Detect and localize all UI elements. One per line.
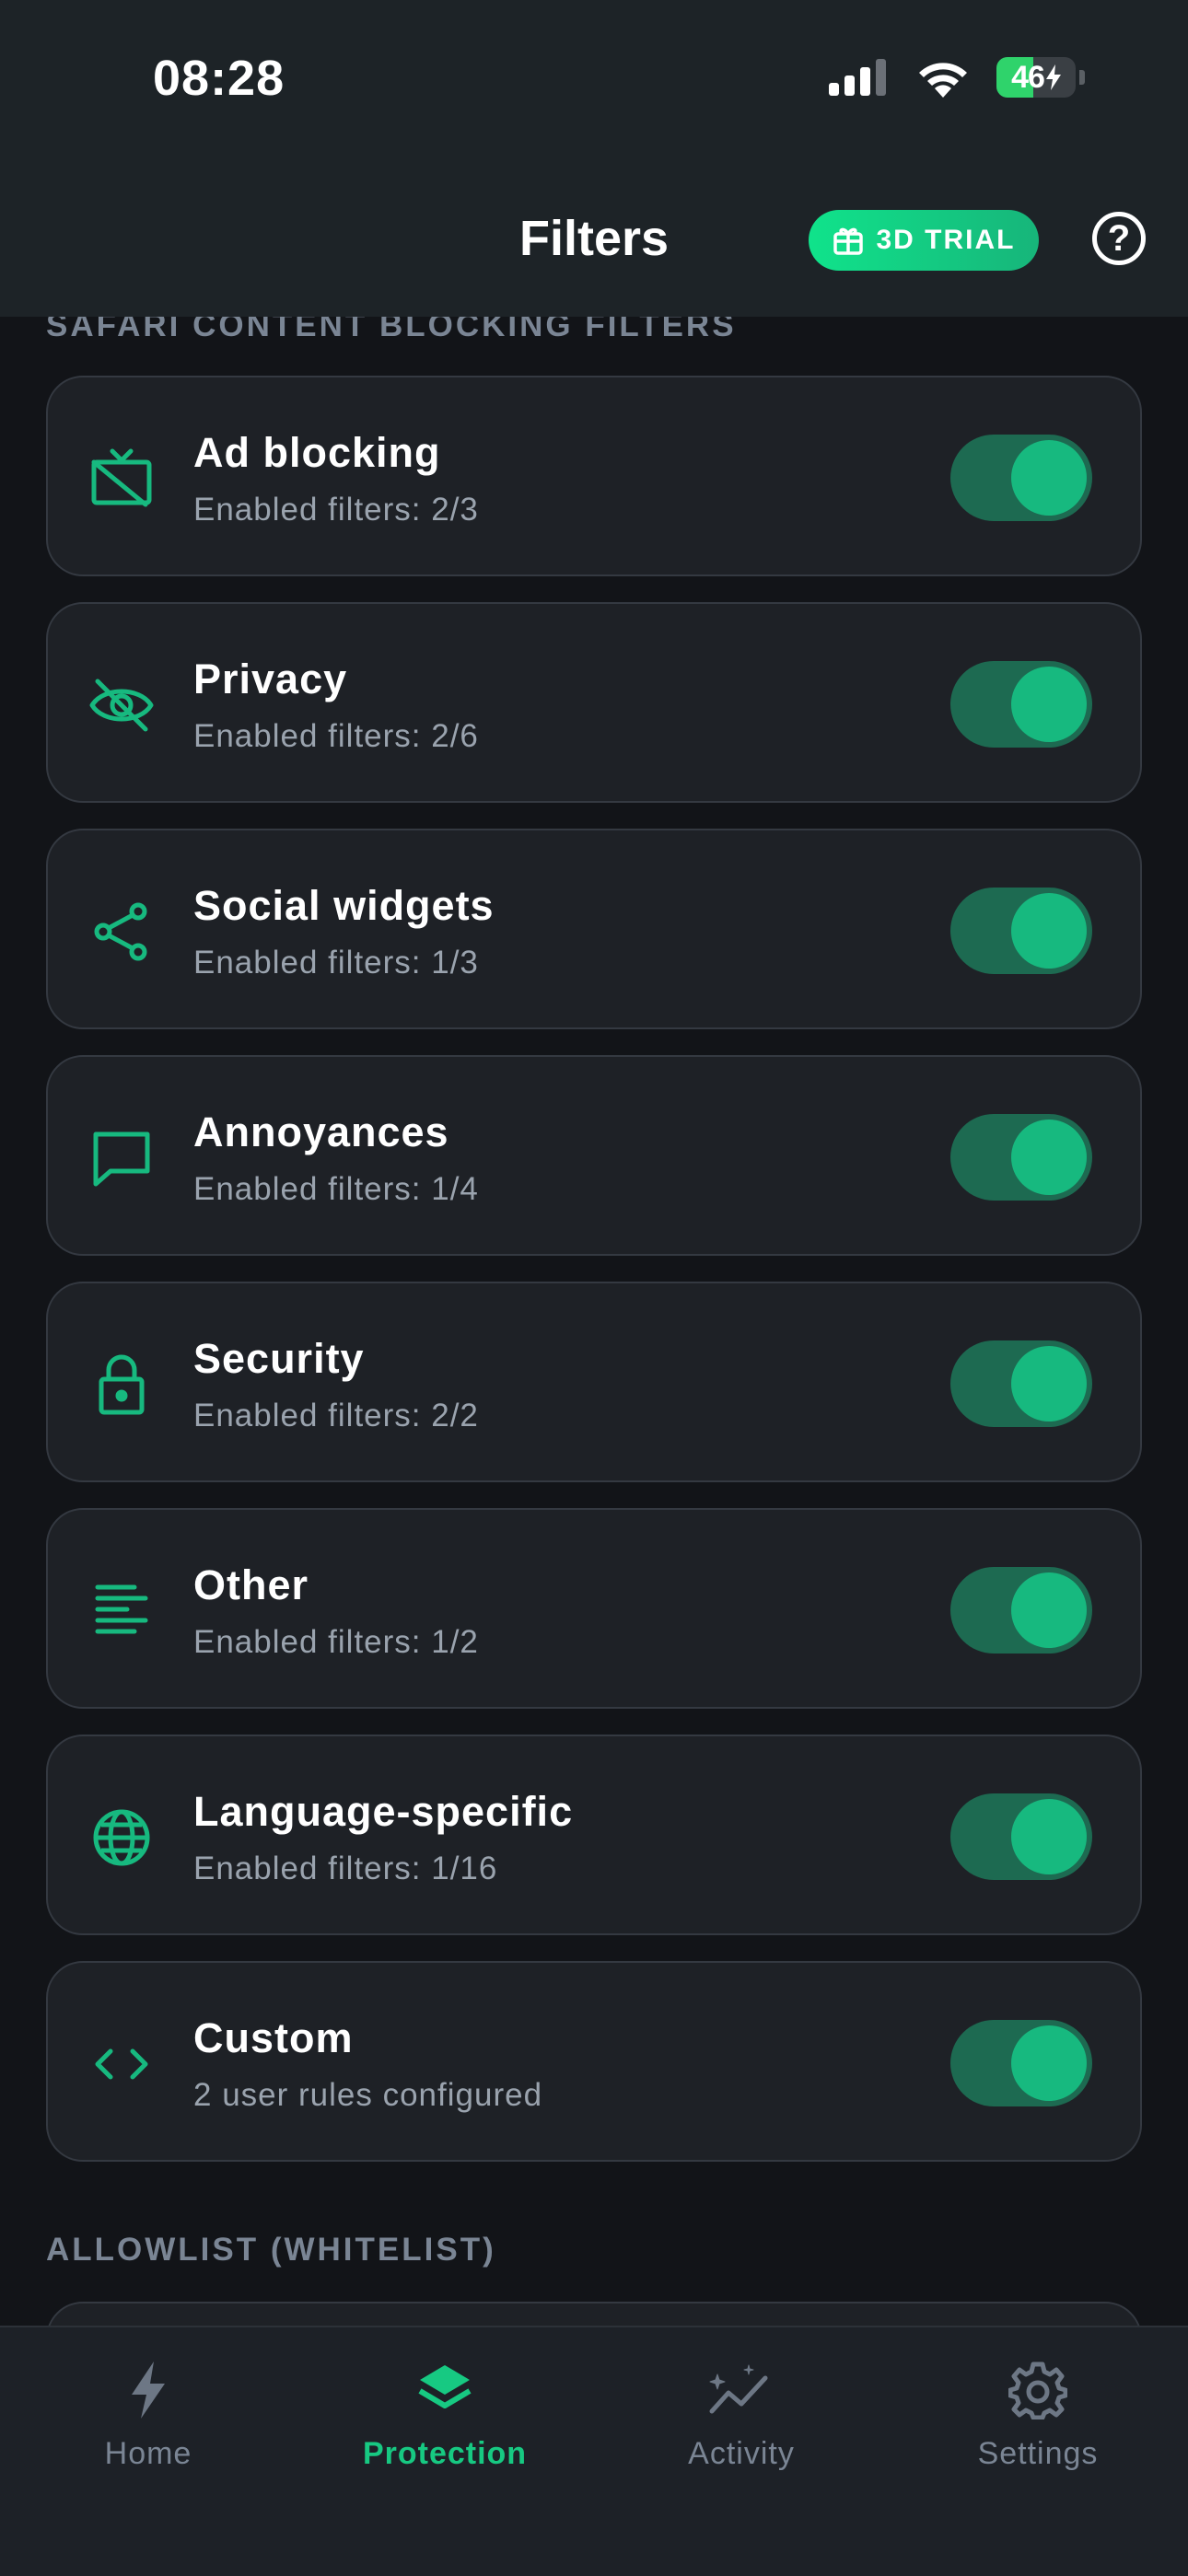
trial-label: 3D TRIAL	[876, 225, 1016, 255]
filter-status: Enabled filters: 1/3	[193, 945, 479, 981]
filter-status: Enabled filters: 2/2	[193, 1398, 479, 1433]
filter-card-other[interactable]: Other Enabled filters: 1/2	[46, 1508, 1142, 1709]
bolt-icon	[0, 2355, 297, 2425]
filter-name: Privacy	[193, 656, 348, 702]
filter-name: Ad blocking	[193, 429, 441, 476]
custom-toggle[interactable]	[950, 2020, 1092, 2106]
layers-icon	[297, 2355, 593, 2425]
filter-name: Security	[193, 1335, 365, 1382]
help-icon[interactable]: ?	[1092, 212, 1146, 265]
filter-card-security[interactable]: Security Enabled filters: 2/2	[46, 1282, 1142, 1482]
social-widgets-toggle[interactable]	[950, 888, 1092, 974]
filter-card-custom[interactable]: Custom 2 user rules configured	[46, 1961, 1142, 2162]
gift-icon	[833, 227, 863, 255]
tab-label: Settings	[977, 2436, 1099, 2471]
activity-sparkle-icon	[593, 2355, 890, 2425]
gear-icon	[890, 2355, 1186, 2425]
cellular-signal-icon	[829, 59, 886, 96]
filter-card-ad-blocking[interactable]: Ad blocking Enabled filters: 2/3	[46, 376, 1142, 576]
language-specific-toggle[interactable]	[950, 1793, 1092, 1880]
filter-name: Annoyances	[193, 1108, 449, 1155]
annoyances-toggle[interactable]	[950, 1114, 1092, 1201]
filter-card-privacy[interactable]: Privacy Enabled filters: 2/6	[46, 602, 1142, 803]
tv-off-icon	[87, 444, 157, 514]
tab-bar: Home Protection Activity Settings	[0, 2326, 1188, 2576]
privacy-toggle[interactable]	[950, 661, 1092, 748]
charging-bolt-icon	[1045, 64, 1061, 90]
tab-settings[interactable]: Settings	[890, 2355, 1186, 2472]
align-left-icon	[87, 1576, 157, 1646]
battery-indicator: 46	[996, 57, 1076, 98]
lock-icon	[87, 1350, 157, 1420]
wifi-icon	[919, 63, 967, 98]
tab-label: Protection	[362, 2436, 528, 2471]
tab-label: Activity	[688, 2436, 795, 2471]
filter-status: Enabled filters: 2/3	[193, 492, 479, 528]
globe-icon	[87, 1803, 157, 1873]
filter-status: Enabled filters: 1/16	[193, 1851, 498, 1886]
filter-status: Enabled filters: 2/6	[193, 718, 479, 754]
filter-name: Language-specific	[193, 1788, 574, 1835]
top-bar: 08:28 46 Filters 3D TRIAL ?	[0, 0, 1188, 317]
security-toggle[interactable]	[950, 1340, 1092, 1427]
filter-name: Social widgets	[193, 882, 495, 929]
other-toggle[interactable]	[950, 1567, 1092, 1654]
tab-home[interactable]: Home	[0, 2355, 297, 2472]
tab-protection[interactable]: Protection	[297, 2355, 593, 2472]
filter-card-social-widgets[interactable]: Social widgets Enabled filters: 1/3	[46, 829, 1142, 1029]
tab-activity[interactable]: Activity	[593, 2355, 890, 2472]
filter-card-language-specific[interactable]: Language-specific Enabled filters: 1/16	[46, 1735, 1142, 1935]
code-icon	[87, 2029, 157, 2099]
filter-status: 2 user rules configured	[193, 2077, 543, 2113]
status-time: 08:28	[153, 51, 285, 106]
filter-card-annoyances[interactable]: Annoyances Enabled filters: 1/4	[46, 1055, 1142, 1256]
status-icons: 46	[829, 57, 1085, 98]
message-square-icon	[87, 1123, 157, 1193]
battery-level: 46	[1011, 59, 1045, 95]
share-icon	[87, 897, 157, 967]
section-label-allowlist: ALLOWLIST (WHITELIST)	[46, 2232, 496, 2268]
filter-status: Enabled filters: 1/4	[193, 1171, 479, 1207]
tab-label: Home	[104, 2436, 192, 2471]
eye-off-icon	[87, 670, 157, 740]
filter-status: Enabled filters: 1/2	[193, 1624, 479, 1660]
filter-name: Custom	[193, 2014, 354, 2061]
trial-badge-button[interactable]: 3D TRIAL	[809, 210, 1039, 271]
filter-name: Other	[193, 1561, 309, 1608]
ad-blocking-toggle[interactable]	[950, 435, 1092, 521]
